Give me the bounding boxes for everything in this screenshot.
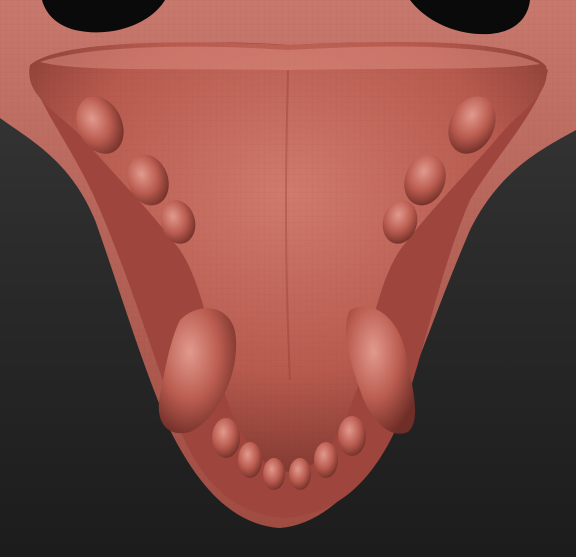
incisor-1	[212, 418, 240, 458]
sculpted-creature-jaw-icon	[0, 0, 576, 528]
incisor-2	[238, 442, 262, 478]
incisor-3	[263, 458, 285, 490]
incisor-6	[338, 416, 366, 456]
incisor-5	[314, 442, 338, 478]
incisor-4	[289, 458, 311, 490]
lip-highlight	[40, 46, 540, 70]
sculpt-viewport[interactable]	[0, 0, 576, 557]
